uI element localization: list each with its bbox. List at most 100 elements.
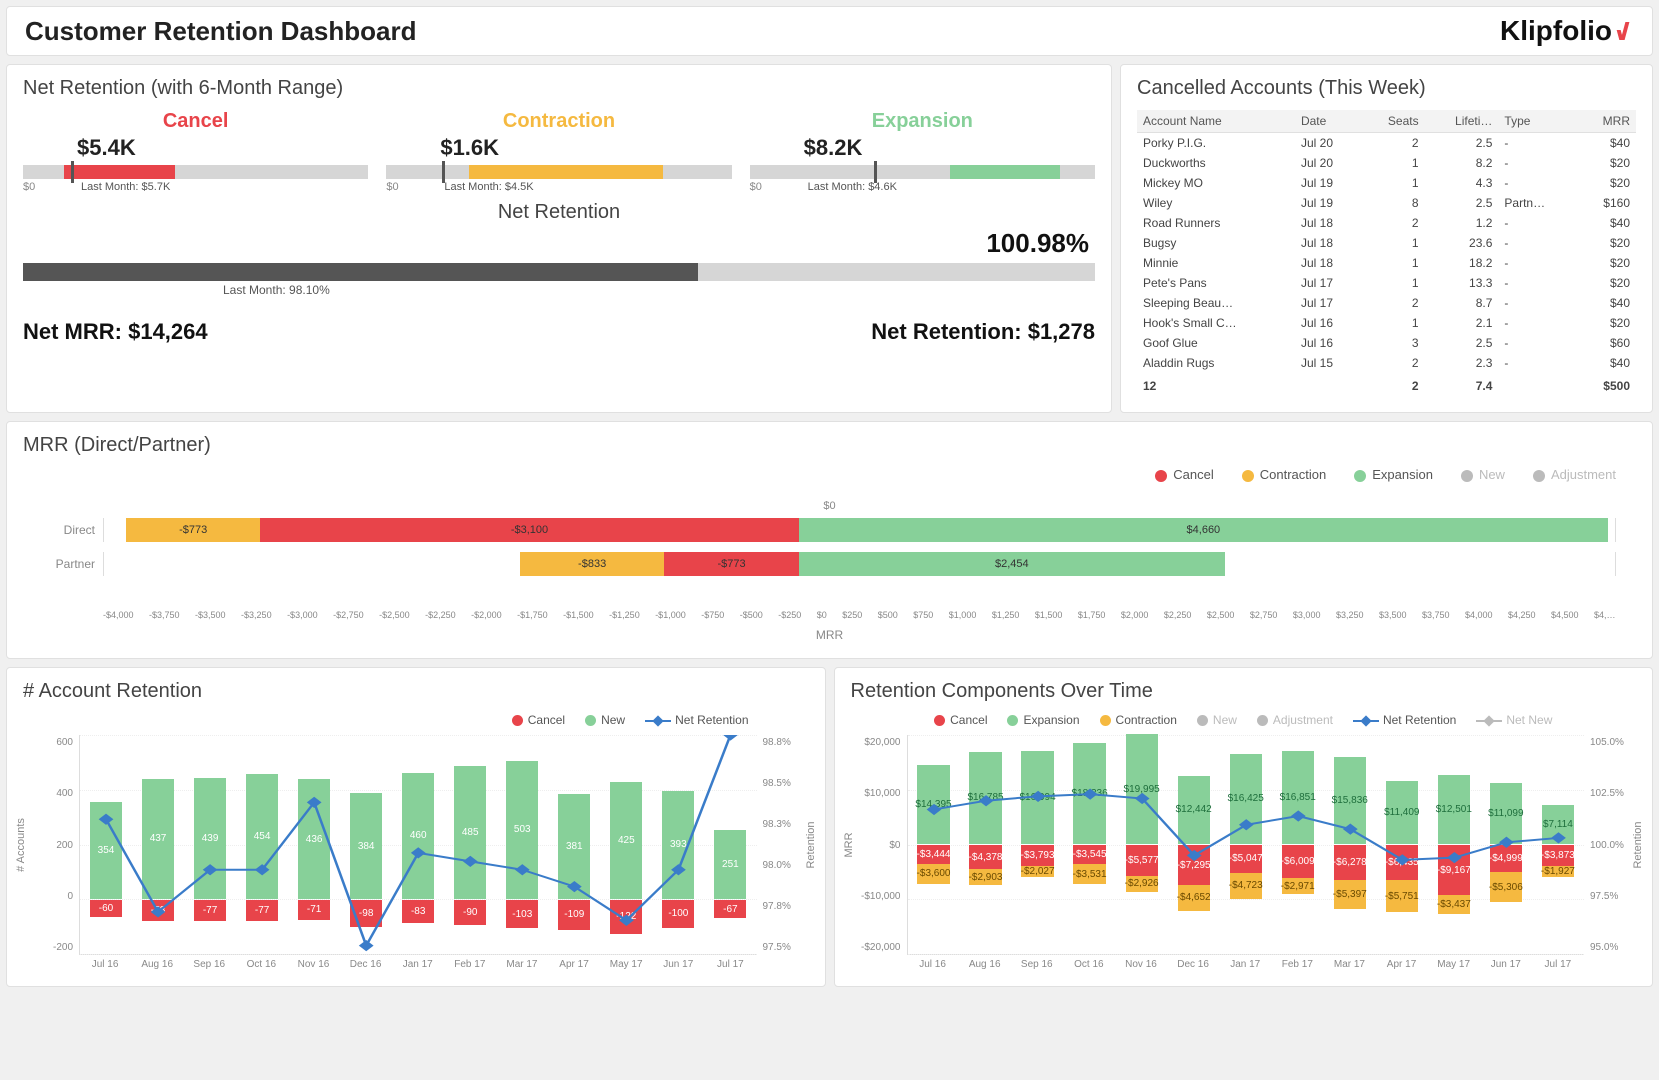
table-row[interactable]: Goof GlueJul 163 2.5- $60 <box>1137 333 1636 353</box>
bar-group: 436-71 <box>291 735 337 954</box>
col-header[interactable]: Seats <box>1361 110 1425 133</box>
bar-group: $15,836-$6,278-$5,397 <box>1327 735 1373 954</box>
bar-group: 425-122 <box>603 735 649 954</box>
panel-title: # Account Retention <box>23 680 809 703</box>
bar-group: 384-98 <box>343 735 389 954</box>
bar-group: $12,501-$9,167-$3,437 <box>1431 735 1477 954</box>
bar-group: 437-78 <box>135 735 181 954</box>
bullet-bar <box>386 165 731 179</box>
legend-item[interactable]: Cancel <box>512 713 565 727</box>
bullet-last: Last Month: $4.6K <box>808 181 1095 193</box>
mrr-segment: $4,660 <box>799 518 1608 542</box>
bar-group: $11,409-$6,435-$5,751 <box>1379 735 1425 954</box>
account-retention-panel: # Account Retention Cancel New Net Retenti… <box>6 667 826 987</box>
table-row[interactable]: Pete's PansJul 171 13.3- $20 <box>1137 273 1636 293</box>
col-header[interactable]: MRR <box>1577 110 1636 133</box>
col-header[interactable]: Account Name <box>1137 110 1295 133</box>
bar-group: $16,994-$3,793-$2,027 <box>1015 735 1061 954</box>
legend-item[interactable]: New <box>1197 713 1237 727</box>
bar-group: 251-67 <box>707 735 753 954</box>
mrr-segment: -$773 <box>664 552 798 576</box>
bar-group: $14,395-$3,444-$3,600 <box>911 735 957 954</box>
net-retention-last: Last Month: 98.10% <box>223 283 1095 297</box>
panel-title: MRR (Direct/Partner) <box>23 434 1636 457</box>
bar-group: 503-103 <box>499 735 545 954</box>
bullet-value: $8.2K <box>804 135 1095 161</box>
legend-item[interactable]: New <box>585 713 625 727</box>
net-retention-bar <box>23 263 1095 281</box>
bar-group: 454-77 <box>239 735 285 954</box>
legend-item[interactable]: Net New <box>1476 713 1552 727</box>
col-header[interactable]: Lifeti… <box>1425 110 1499 133</box>
cancelled-table: Account NameDateSeatsLifeti…TypeMRR Pork… <box>1137 110 1636 396</box>
bar-group: 354-60 <box>83 735 129 954</box>
bar-group: $16,785-$4,378-$2,903 <box>963 735 1009 954</box>
mrr-row: Partner-$833-$773$2,454 <box>103 550 1616 578</box>
header: Customer Retention Dashboard Klipfolio <box>6 6 1653 56</box>
bullet-last: Last Month: $4.5K <box>444 181 731 193</box>
mrr-segment: $2,454 <box>799 552 1225 576</box>
table-row[interactable]: Aladdin RugsJul 152 2.3- $40 <box>1137 353 1636 373</box>
mrr-x-label: MRR <box>23 628 1636 642</box>
bar-group: $19,995-$5,577-$2,926 <box>1119 735 1165 954</box>
bar-group: $11,099-$4,999-$5,306 <box>1483 735 1529 954</box>
net-retention-panel: Net Retention (with 6-Month Range) Cance… <box>6 64 1112 413</box>
panel-title: Retention Components Over Time <box>851 680 1637 703</box>
mrr-segment: -$833 <box>520 552 665 576</box>
legend-item[interactable]: Cancel <box>934 713 987 727</box>
bar-group: 439-77 <box>187 735 233 954</box>
account-retention-chart: # Accounts 6004002000-200 354-60437-7843… <box>23 735 809 955</box>
bullet-last: Last Month: $5.7K <box>81 181 368 193</box>
mrr-zero-label: $0 <box>23 500 1636 512</box>
legend-item[interactable]: Contraction <box>1100 713 1177 727</box>
bar-group: $18,336-$3,545-$3,531 <box>1067 735 1113 954</box>
table-row[interactable]: Mickey MOJul 191 4.3- $20 <box>1137 173 1636 193</box>
bar-group: 460-83 <box>395 735 441 954</box>
cancelled-accounts-panel: Cancelled Accounts (This Week) Account N… <box>1120 64 1653 413</box>
bullet-title: Cancel <box>23 110 368 133</box>
table-row[interactable]: MinnieJul 181 18.2- $20 <box>1137 253 1636 273</box>
table-row[interactable]: WileyJul 198 2.5Partn… $160 <box>1137 193 1636 213</box>
net-mrr: Net MRR: $14,264 <box>23 319 208 345</box>
net-retention-dollars: Net Retention: $1,278 <box>871 319 1095 345</box>
bullet-value: $5.4K <box>77 135 368 161</box>
table-row[interactable]: Hook's Small C…Jul 161 2.1- $20 <box>1137 313 1636 333</box>
legend-item[interactable]: Net Retention <box>645 713 748 727</box>
retention-components-panel: Retention Components Over Time Cancel Exp… <box>834 667 1654 987</box>
legend-item[interactable]: Expansion <box>1354 467 1433 482</box>
legend-item[interactable]: Net Retention <box>1353 713 1456 727</box>
bar-group: $12,442-$7,295-$4,652 <box>1171 735 1217 954</box>
bar-group: $16,851-$6,009-$2,971 <box>1275 735 1321 954</box>
col-header[interactable]: Date <box>1295 110 1361 133</box>
bar-group: $16,425-$5,047-$4,723 <box>1223 735 1269 954</box>
bullet-title: Contraction <box>386 110 731 133</box>
bullet-value: $1.6K <box>440 135 731 161</box>
legend-item[interactable]: Adjustment <box>1533 467 1616 482</box>
table-row[interactable]: BugsyJul 181 23.6- $20 <box>1137 233 1636 253</box>
bar-group: 485-90 <box>447 735 493 954</box>
mrr-segment: -$773 <box>126 518 260 542</box>
panel-title: Net Retention (with 6-Month Range) <box>23 77 1095 100</box>
net-retention-subtitle: Net Retention <box>23 201 1095 224</box>
bar-group: 381-109 <box>551 735 597 954</box>
bullet-title: Expansion <box>750 110 1095 133</box>
col-header[interactable]: Type <box>1498 110 1577 133</box>
table-row[interactable]: DuckworthsJul 201 8.2- $20 <box>1137 153 1636 173</box>
retention-components-chart: MRR $20,000$10,000$0-$10,000-$20,000 $14… <box>851 735 1637 955</box>
legend-item[interactable]: Cancel <box>1155 467 1213 482</box>
mrr-segment: -$3,100 <box>260 518 798 542</box>
bullet-bar <box>750 165 1095 179</box>
klipfolio-tick-icon <box>1616 22 1634 40</box>
legend-item[interactable]: Expansion <box>1007 713 1079 727</box>
panel-title: Cancelled Accounts (This Week) <box>1137 77 1636 100</box>
mrr-direct-partner-panel: MRR (Direct/Partner) Cancel Contraction Ex… <box>6 421 1653 659</box>
klipfolio-logo: Klipfolio <box>1500 15 1634 47</box>
legend-item[interactable]: New <box>1461 467 1505 482</box>
net-retention-value: 100.98% <box>23 228 1089 259</box>
table-row[interactable]: Road RunnersJul 182 1.2- $40 <box>1137 213 1636 233</box>
legend-item[interactable]: Adjustment <box>1257 713 1333 727</box>
legend-item[interactable]: Contraction <box>1242 467 1326 482</box>
table-row[interactable]: Porky P.I.G.Jul 202 2.5- $40 <box>1137 133 1636 154</box>
bar-group: $7,114-$3,873-$1,927 <box>1535 735 1581 954</box>
table-row[interactable]: Sleeping Beau…Jul 172 8.7- $40 <box>1137 293 1636 313</box>
